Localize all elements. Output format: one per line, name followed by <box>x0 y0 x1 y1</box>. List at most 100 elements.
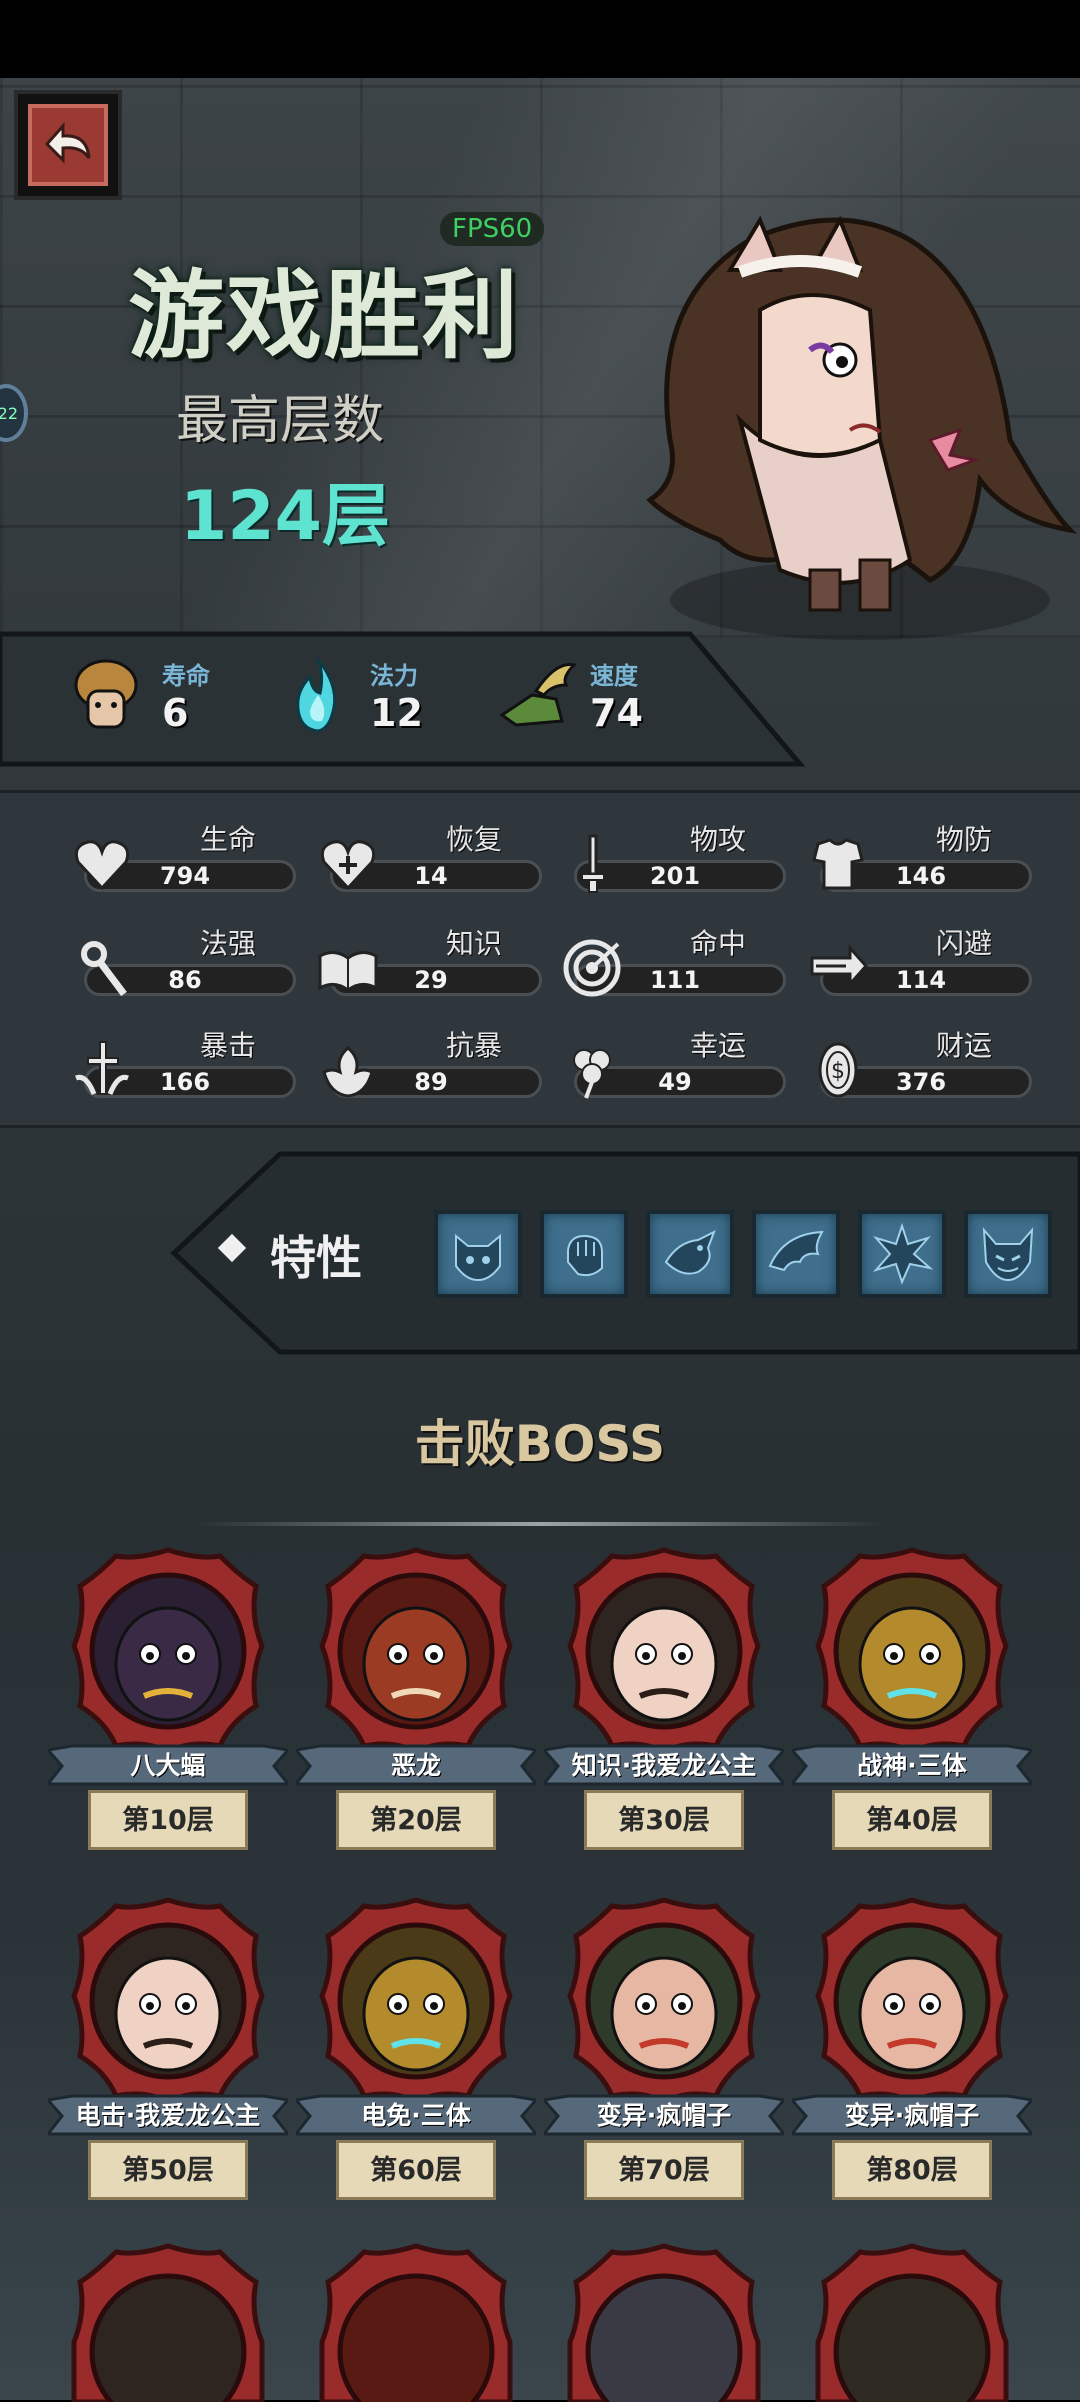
attribute-value: 794 <box>159 862 211 890</box>
boss-name: 变异·疯帽子 <box>596 2101 732 2130</box>
attribute-magic-staff: 法强 86 <box>70 927 296 1008</box>
attribute-value: 14 <box>414 862 448 890</box>
boss-card[interactable]: 变异·疯帽子 第80层 <box>792 1896 1032 2216</box>
attribute-critical: 暴击 166 <box>70 1029 296 1110</box>
stat-label: 速度 <box>590 661 638 690</box>
boss-portrait-frame <box>71 1547 265 1755</box>
boss-floor: 第30层 <box>618 1805 710 1836</box>
boss-card[interactable]: 知识·我爱龙公主 第30层 <box>544 1546 784 1866</box>
boss-portrait-partial <box>319 2243 513 2402</box>
attribute-value: 86 <box>168 966 202 994</box>
back-button[interactable] <box>14 90 122 200</box>
attribute-value: 49 <box>658 1068 692 1096</box>
blue-flame-icon <box>296 658 337 733</box>
target-icon <box>563 939 621 997</box>
attribute-value: 376 <box>895 1068 947 1096</box>
stat-value: 6 <box>162 690 189 735</box>
spike-burst-icon <box>872 1222 934 1285</box>
traits-title: 特性 <box>270 1231 362 1285</box>
attribute-value: 114 <box>895 966 947 994</box>
boss-name: 战神·三体 <box>857 1751 967 1780</box>
cat-face-icon <box>455 1233 501 1282</box>
max-floor-label: 最高层数 <box>176 391 385 451</box>
fist-icon <box>567 1234 603 1277</box>
boss-portrait-frame <box>71 1897 265 2105</box>
attribute-crit-resist: 抗暴 89 <box>316 1029 542 1110</box>
boss-portrait-frame <box>815 1547 1009 1755</box>
boss-portrait-frame <box>319 1547 513 1755</box>
attribute-heart: 生命 794 <box>70 823 296 904</box>
boss-floor: 第40层 <box>866 1805 958 1836</box>
boss-name: 知识·我爱龙公主 <box>571 1751 757 1780</box>
attribute-value: 146 <box>895 862 947 890</box>
attribute-label: 生命 <box>199 823 256 856</box>
dragon-icon <box>664 1229 716 1275</box>
boss-divider <box>200 1522 880 1526</box>
attribute-value: 111 <box>649 966 701 994</box>
attribute-label: 闪避 <box>935 927 992 960</box>
boss-portrait-frame <box>567 1897 761 2105</box>
wing-icon <box>768 1230 824 1272</box>
boss-name: 电免·三体 <box>361 2101 471 2130</box>
trait-slot-3[interactable] <box>646 1210 734 1298</box>
boss-card[interactable]: 恶龙第20层 <box>296 1546 536 1866</box>
boss-name: 恶龙 <box>390 1751 441 1780</box>
critical-icon <box>75 1041 129 1095</box>
armor-icon <box>812 838 864 890</box>
boss-floor: 第70层 <box>618 2155 710 2186</box>
boss-portrait-partial <box>815 2243 1009 2402</box>
boss-portrait-frame <box>567 1547 761 1755</box>
stat-value: 74 <box>590 690 643 735</box>
stat-label: 法力 <box>370 661 418 690</box>
heal-heart-icon <box>320 840 376 891</box>
stat-lifespan: 寿命 6 <box>70 655 210 735</box>
trait-slot-5[interactable] <box>858 1210 946 1298</box>
heart-icon <box>74 840 130 891</box>
trait-slot-1[interactable] <box>434 1210 522 1298</box>
attribute-label: 暴击 <box>199 1029 256 1062</box>
trait-slot-2[interactable] <box>540 1210 628 1298</box>
book-icon <box>318 951 378 992</box>
attribute-label: 抗暴 <box>445 1029 502 1062</box>
crit-resist-icon <box>322 1046 374 1098</box>
boss-floor: 第60层 <box>370 2155 462 2186</box>
attribute-label: 幸运 <box>689 1029 746 1062</box>
svg-text:$: $ <box>831 1059 845 1084</box>
boss-name: 电击·我爱龙公主 <box>75 2101 261 2130</box>
boss-floor: 第20层 <box>370 1805 462 1836</box>
attribute-heal-heart: 恢复 14 <box>316 823 542 904</box>
attribute-value: 201 <box>649 862 701 890</box>
boss-portrait-partial <box>71 2243 265 2402</box>
dodge-arrow-icon <box>810 944 869 988</box>
boss-card[interactable]: 电击·我爱龙公主 第50层 <box>48 1896 288 2216</box>
attribute-book: 知识 29 <box>316 927 542 1008</box>
winged-boot-icon <box>499 663 576 727</box>
attribute-armor: 物防 146 <box>806 823 1032 904</box>
trait-slot-6[interactable] <box>964 1210 1052 1298</box>
status-bar <box>0 0 1080 78</box>
attribute-coin: $ 财运 376 <box>806 1029 1032 1110</box>
attribute-value: 166 <box>159 1068 211 1096</box>
attribute-sword: 物攻 201 <box>560 823 786 904</box>
boss-card[interactable]: 电免·三体第60层 <box>296 1896 536 2216</box>
attribute-value: 29 <box>414 966 448 994</box>
attribute-label: 知识 <box>445 927 502 960</box>
magic-staff-icon <box>81 941 127 997</box>
boss-floor: 第50层 <box>122 2155 214 2186</box>
attribute-target: 命中 111 <box>560 927 786 1008</box>
attribute-label: 物攻 <box>689 823 746 856</box>
clover-icon <box>573 1049 611 1099</box>
attribute-label: 命中 <box>689 927 746 960</box>
victory-title: 游戏胜利 <box>128 260 520 372</box>
boss-card[interactable]: 变异·疯帽子 第70层 <box>544 1896 784 2216</box>
attribute-label: 法强 <box>199 927 256 960</box>
stat-label: 寿命 <box>162 661 210 690</box>
trait-slot-4[interactable] <box>752 1210 840 1298</box>
boss-card[interactable]: 八大蝠 第10层 <box>48 1546 288 1866</box>
attribute-clover: 幸运 49 <box>560 1029 786 1110</box>
stat-speed: 速度 74 <box>496 655 643 735</box>
boss-name: 八大蝠 <box>130 1751 206 1780</box>
boss-portrait-partial <box>567 2243 761 2402</box>
boss-card[interactable]: 战神·三体第40层 <box>792 1546 1032 1866</box>
attribute-dodge-arrow: 闪避 114 <box>806 927 1032 1008</box>
